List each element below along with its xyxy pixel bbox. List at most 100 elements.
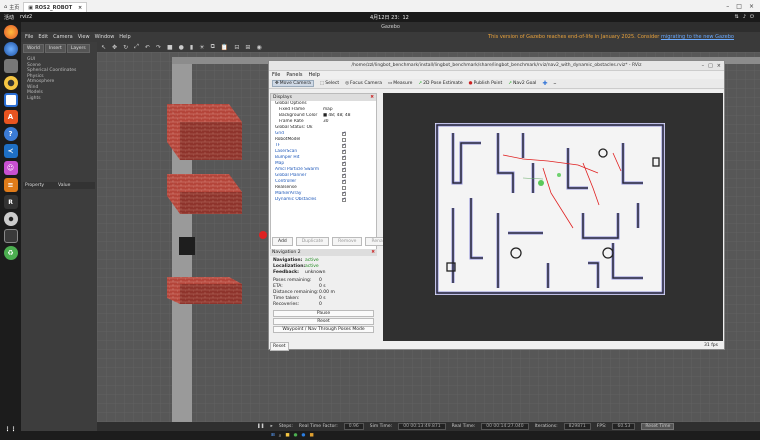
screenshot-icon[interactable]: ◉ [256, 44, 261, 51]
focus-camera-tool[interactable]: ◎ Focus Camera [345, 81, 382, 86]
activities-button[interactable]: 活动 [4, 14, 14, 21]
disk-icon[interactable] [3, 212, 18, 226]
sphere-shape-icon[interactable]: ● [179, 44, 184, 51]
display-enable-checkbox[interactable] [342, 179, 346, 185]
layers-icon[interactable]: ≡ [3, 178, 18, 192]
pause-button[interactable]: Pause [273, 310, 374, 317]
redo-icon[interactable]: ↷ [156, 44, 161, 51]
translate-tool-icon[interactable]: ✥ [112, 44, 117, 51]
paste-icon[interactable]: 📋 [221, 44, 228, 51]
files-icon[interactable] [3, 59, 18, 73]
show-apps-icon[interactable]: ⋮⋮ [4, 422, 18, 436]
tab-home[interactable]: ⌂ 主页 [0, 2, 23, 12]
tab-ros2-robot[interactable]: ▣ ROS2_ROBOT × [23, 2, 88, 12]
trash-icon[interactable] [3, 229, 18, 243]
real-time-value: 00 00:14:27.040 [481, 423, 529, 430]
vscode-icon[interactable]: ≺ [3, 144, 18, 158]
help-icon[interactable]: ? [3, 127, 18, 141]
rviz-icon[interactable]: R [3, 195, 18, 209]
taskbar-search-icon[interactable]: ⌕ [279, 433, 282, 439]
taskbar-app-icon[interactable]: ● [294, 433, 298, 439]
display-enable-checkbox[interactable] [342, 191, 346, 197]
menu-camera[interactable]: Camera [53, 34, 73, 40]
rviz-minimize-icon[interactable]: – [702, 61, 705, 71]
maximize-icon[interactable]: □ [736, 3, 742, 10]
rhythmbox-icon[interactable] [3, 76, 18, 90]
display-enable-checkbox[interactable] [342, 161, 346, 167]
close-tab-icon[interactable]: × [78, 5, 82, 11]
copy-icon[interactable]: ⧉ [211, 43, 215, 51]
display-enable-checkbox[interactable] [342, 131, 346, 137]
display-enable-checkbox[interactable] [342, 143, 346, 149]
rviz-close-icon[interactable]: × [717, 61, 721, 71]
cheese-icon[interactable]: ☺ [3, 161, 18, 175]
measure-tool[interactable]: ▭ Measure [388, 81, 412, 86]
rotate-tool-icon[interactable]: ↻ [123, 44, 128, 51]
rviz-menu-file[interactable]: File [272, 72, 280, 78]
add-tool-icon[interactable]: ✚ [542, 80, 547, 87]
menu-view[interactable]: View [78, 34, 90, 40]
pose-estimate-tool[interactable]: ➚ 2D Pose Estimate [418, 81, 462, 86]
scale-tool-icon[interactable]: ⤢ [134, 43, 139, 51]
rviz-menu-help[interactable]: Help [308, 72, 319, 78]
box-shape-icon[interactable]: ■ [167, 44, 173, 51]
display-enable-checkbox[interactable] [342, 186, 346, 190]
display-enable-checkbox[interactable] [342, 167, 346, 173]
snap-icon[interactable]: ⊞ [245, 44, 250, 51]
display-enable-checkbox[interactable] [342, 197, 346, 203]
waypoint-mode-button[interactable]: Waypoint / Nav Through Poses Mode [273, 326, 374, 333]
tab-layers[interactable]: Layers [66, 44, 90, 53]
tab-world[interactable]: World [23, 44, 44, 53]
close-icon[interactable]: × [749, 3, 754, 10]
publish-point-tool[interactable]: ● Publish Point [469, 81, 503, 86]
add-button[interactable]: Add [272, 237, 293, 246]
rviz-3d-view[interactable] [383, 93, 723, 341]
tree-item[interactable]: Lights [27, 96, 91, 102]
browser-tab-bar: ⌂ 主页 ▣ ROS2_ROBOT × – □ × [0, 0, 760, 12]
panel-close-icon[interactable]: ✖ [370, 94, 374, 101]
system-tray[interactable]: ⇅ ♪ ⏻ [735, 14, 754, 20]
menu-edit[interactable]: Edit [38, 34, 48, 40]
software-icon[interactable]: A [3, 110, 18, 124]
remove-button[interactable]: Remove [332, 237, 363, 246]
migrate-link[interactable]: migrating to the new Gazebo [661, 34, 734, 40]
nav2-goal-tool[interactable]: ➚ Nav2 Goal [508, 81, 536, 86]
menu-help[interactable]: Help [119, 34, 130, 40]
thunderbird-icon[interactable] [3, 42, 18, 56]
undo-icon[interactable]: ↶ [145, 44, 150, 51]
panel-close-icon[interactable]: ✖ [371, 249, 375, 256]
display-enable-checkbox[interactable] [342, 173, 346, 179]
firefox-icon[interactable] [3, 25, 18, 39]
light-icon[interactable]: ☀ [199, 44, 204, 51]
align-icon[interactable]: ⊟ [234, 44, 239, 51]
taskbar-app-icon[interactable]: ● [302, 433, 306, 439]
menu-window[interactable]: Window [95, 34, 115, 40]
cylinder-shape-icon[interactable]: ▮ [190, 44, 193, 51]
pause-icon[interactable]: ❚❚ [257, 424, 265, 429]
windows-start-icon[interactable]: ⊞ [271, 433, 275, 439]
taskbar-app-icon[interactable]: ■ [285, 433, 289, 439]
rviz-menu-panels[interactable]: Panels [286, 72, 302, 78]
rviz-maximize-icon[interactable]: □ [708, 61, 713, 71]
recycle-icon[interactable]: ♻ [3, 246, 18, 260]
minimize-icon[interactable]: – [726, 3, 729, 10]
step-icon[interactable]: ▸ [271, 424, 273, 429]
tab-insert[interactable]: Insert [44, 44, 66, 53]
taskbar-app-icon[interactable]: ■ [309, 433, 313, 439]
menu-file[interactable]: File [25, 34, 33, 40]
rviz-reset-button[interactable]: Reset [270, 342, 289, 351]
display-enable-checkbox[interactable] [342, 149, 346, 155]
reset-time-button[interactable]: Reset Time [641, 423, 675, 430]
remove-tool-icon[interactable]: – [553, 80, 556, 87]
select-tool[interactable]: ⬚ Select [320, 81, 339, 86]
nav-reset-button[interactable]: Reset [273, 318, 374, 325]
active-app-name[interactable]: rviz2 [20, 14, 32, 20]
select-tool-icon[interactable]: ↖ [101, 44, 106, 51]
duplicate-button[interactable]: Duplicate [295, 237, 330, 246]
move-camera-tool[interactable]: ✥ Move Camera [272, 80, 314, 87]
display-enable-checkbox[interactable] [342, 155, 346, 161]
writer-icon[interactable] [3, 93, 18, 107]
display-enable-checkbox[interactable] [342, 138, 346, 142]
display-row[interactable]: Dynamic Obstacles [271, 197, 376, 203]
clock[interactable]: 4月12日 23：12 [370, 14, 409, 21]
